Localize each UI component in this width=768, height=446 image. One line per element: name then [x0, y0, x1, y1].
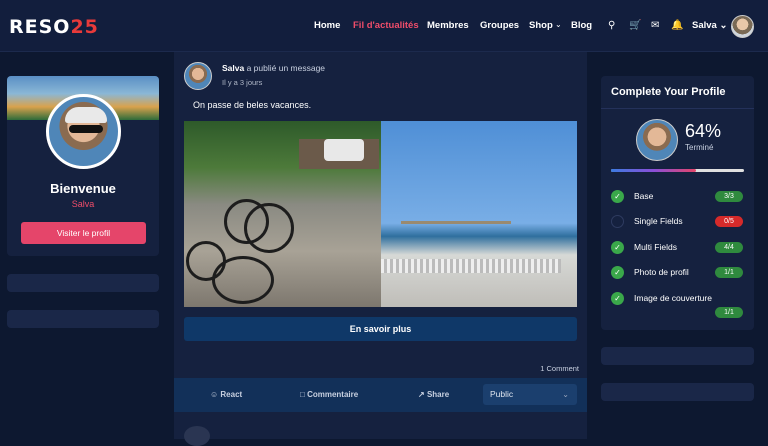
react-button[interactable]: ☺ React — [210, 390, 242, 399]
post-actions-bar: ☺ React □ Commentaire ↗ Share Public ⌄ — [174, 378, 587, 412]
search-icon[interactable]: ⚲ — [608, 20, 615, 31]
placeholder-widget — [601, 383, 754, 401]
user-name[interactable]: Salva — [7, 199, 159, 209]
empty-circle-icon — [611, 215, 624, 228]
bell-icon[interactable]: 🔔 — [671, 20, 683, 31]
share-icon: ↗ — [418, 390, 425, 399]
comment-button[interactable]: □ Commentaire — [300, 390, 358, 399]
share-button[interactable]: ↗ Share — [418, 390, 449, 399]
top-navigation-bar: RESO25 Home Fil d'actualités Membres Gro… — [0, 0, 768, 52]
photo-swing — [401, 221, 511, 263]
visibility-select[interactable]: Public ⌄ — [483, 384, 577, 405]
divider — [601, 108, 754, 109]
check-icon: ✓ — [611, 190, 624, 203]
placeholder-widget — [7, 274, 159, 292]
profile-avatar[interactable] — [46, 94, 121, 169]
next-post-avatar[interactable] — [184, 426, 210, 446]
smile-icon: ☺ — [210, 390, 219, 399]
placeholder-widget — [601, 347, 754, 365]
completion-progress-bar — [611, 169, 744, 172]
welcome-card: Bienvenue Salva Visiter le profil — [7, 76, 159, 256]
nav-news-feed[interactable]: Fil d'actualités — [353, 20, 419, 31]
nav-blog[interactable]: Blog — [571, 20, 592, 31]
avatar — [636, 119, 678, 161]
nav-members[interactable]: Membres — [427, 20, 469, 31]
progress-badge: 1/1 — [715, 267, 743, 278]
avatar[interactable] — [731, 15, 754, 38]
check-icon: ✓ — [611, 241, 624, 254]
placeholder-widget — [7, 310, 159, 328]
read-more-button[interactable]: En savoir plus — [184, 317, 577, 341]
check-icon: ✓ — [611, 292, 624, 305]
nav-groups[interactable]: Groupes — [480, 20, 519, 31]
progress-badge: 1/1 — [715, 307, 743, 318]
chevron-down-icon: ⌄ — [562, 390, 569, 399]
photo-car — [324, 139, 364, 161]
completion-percent: 64% — [685, 121, 722, 141]
progress-badge: 0/5 — [715, 216, 743, 227]
nav-home[interactable]: Home — [314, 20, 340, 31]
check-icon: ✓ — [611, 266, 624, 279]
post-photo-bikes[interactable] — [184, 121, 381, 307]
completion-status: Terminé — [685, 143, 714, 152]
comment-count[interactable]: 1 Comment — [540, 364, 579, 373]
welcome-heading: Bienvenue — [50, 181, 116, 196]
user-menu[interactable]: Salva ⌄ — [692, 20, 727, 31]
post-header: Salva a publié un message — [222, 63, 326, 73]
cart-icon[interactable]: 🛒 — [629, 20, 641, 31]
post-text: On passe de beles vacances. — [193, 100, 312, 110]
progress-fill — [611, 169, 697, 172]
cap-shape — [65, 107, 107, 123]
comment-icon: □ — [300, 390, 305, 399]
post-timestamp[interactable]: Il y a 3 jours — [222, 78, 262, 87]
progress-badge: 3/3 — [715, 191, 743, 202]
post-photo-beach[interactable] — [381, 121, 577, 307]
visit-profile-button[interactable]: Visiter le profil — [21, 222, 146, 244]
site-logo[interactable]: RESO25 — [9, 16, 99, 38]
photo-fence — [381, 259, 561, 273]
activity-feed: Salva a publié un message Il y a 3 jours… — [174, 52, 587, 446]
bike-wheel — [212, 256, 274, 304]
mail-icon[interactable]: ✉ — [651, 20, 659, 31]
complete-profile-widget: Complete Your Profile 64% Terminé ✓ Base… — [601, 76, 754, 330]
glasses-shape — [69, 125, 103, 133]
nav-shop[interactable]: Shop — [529, 20, 553, 31]
post-author[interactable]: Salva — [222, 63, 244, 73]
progress-badge: 4/4 — [715, 242, 743, 253]
widget-title: Complete Your Profile — [611, 86, 726, 98]
bike-wheel — [244, 203, 294, 253]
chevron-down-icon[interactable]: ⌄ — [555, 20, 562, 29]
post-author-avatar[interactable] — [184, 62, 212, 90]
